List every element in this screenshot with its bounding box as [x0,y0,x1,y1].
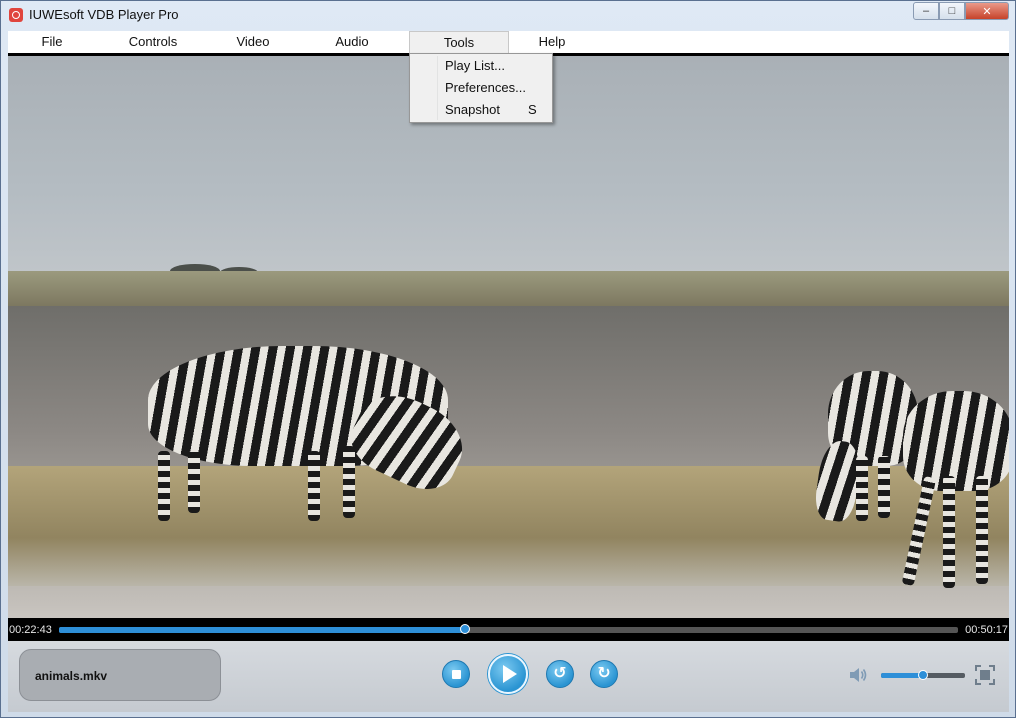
window-title: IUWEsoft VDB Player Pro [29,7,179,22]
seek-slider[interactable] [59,624,958,634]
maximize-icon: □ [948,5,956,17]
menu-item-snapshot[interactable]: Snapshot S [412,99,550,121]
elapsed-time: 00:22:43 [9,624,52,636]
window-controls: – □ ✕ [913,2,1009,20]
rewind-button[interactable]: ↺ [546,660,574,688]
menu-item-label: Play List... [445,58,505,73]
close-button[interactable]: ✕ [965,2,1009,20]
file-name: animals.mkv [35,669,108,683]
fullscreen-icon[interactable] [975,665,995,685]
menu-tools[interactable]: Tools [409,31,509,53]
close-icon: ✕ [982,5,992,18]
control-panel: animals.mkv ↺ ↻ [8,641,1009,712]
file-name-display: animals.mkv [19,649,221,701]
maximize-button[interactable]: □ [939,2,965,20]
rewind-icon: ↺ [553,665,567,682]
minimize-button[interactable]: – [913,2,939,20]
menu-item-play-list[interactable]: Play List... [412,55,550,77]
seek-progress [59,627,466,633]
volume-level [881,673,923,678]
stop-button[interactable] [442,660,470,688]
menu-video[interactable]: Video [213,31,293,53]
seek-handle[interactable] [460,624,471,634]
menu-item-label: Preferences... [445,80,526,95]
minimize-icon: – [922,5,930,17]
tools-dropdown: Play List... Preferences... Snapshot S [409,53,553,123]
seek-bar-area: 00:22:43 00:50:17 [8,618,1009,641]
forward-icon: ↻ [597,665,611,682]
menu-controls[interactable]: Controls [108,31,198,53]
menu-item-shortcut: S [528,102,537,117]
player-window: IUWEsoft VDB Player Pro – □ ✕ File Contr… [0,0,1016,718]
menu-help[interactable]: Help [513,31,591,53]
forward-button[interactable]: ↻ [590,660,618,688]
app-logo-icon [9,8,23,22]
volume-handle[interactable] [918,670,928,680]
video-display[interactable] [8,56,1009,618]
speaker-icon[interactable] [848,665,868,685]
volume-slider[interactable] [881,670,965,680]
play-icon [503,665,517,683]
menu-item-preferences[interactable]: Preferences... [412,77,550,99]
title-bar[interactable]: IUWEsoft VDB Player Pro – □ ✕ [1,1,1015,29]
video-horizon [8,271,1009,306]
menu-audio[interactable]: Audio [311,31,393,53]
menu-file[interactable]: File [11,31,93,53]
menu-item-label: Snapshot [445,102,500,117]
play-button[interactable] [488,654,528,694]
total-time: 00:50:17 [965,624,1008,636]
stop-icon [451,669,461,679]
